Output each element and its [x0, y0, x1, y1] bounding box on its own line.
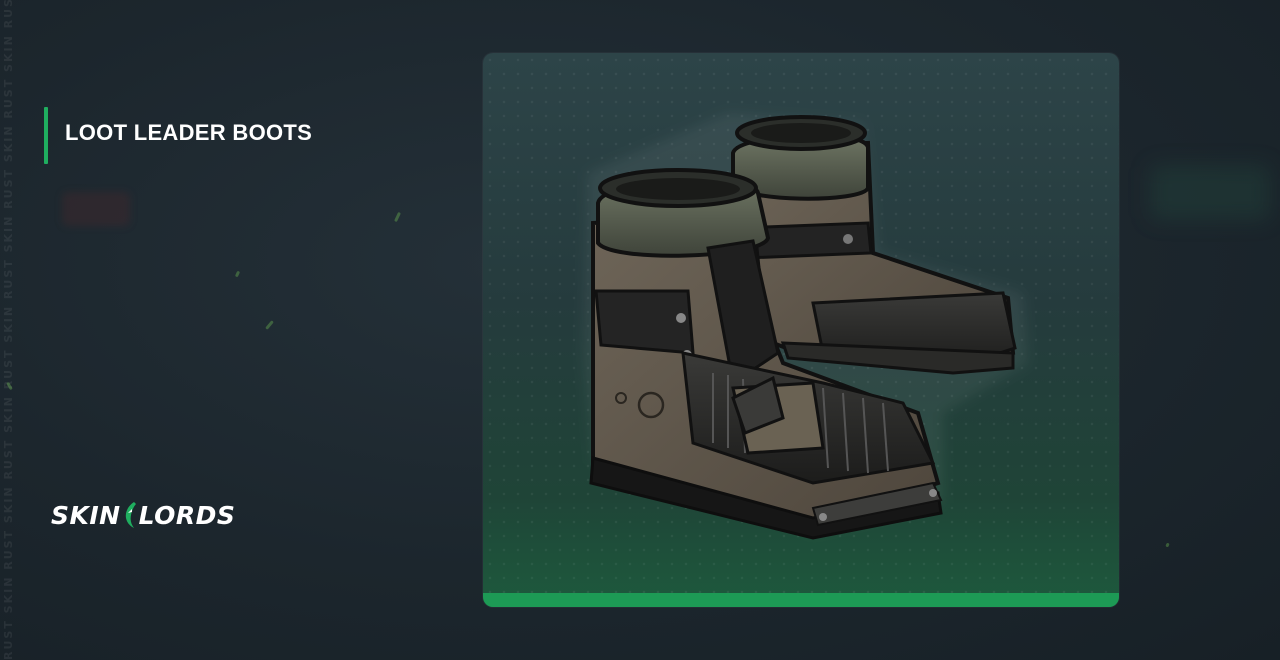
item-title: LOOT LEADER BOOTS	[65, 120, 313, 145]
dragon-claw-icon	[122, 500, 138, 530]
decorative-speck	[394, 211, 401, 223]
background-watermark: RUST SKIN RUST SKIN RUST SKIN RUST SKIN …	[2, 0, 15, 660]
blurred-background-element	[1150, 165, 1270, 220]
decorative-speck	[1165, 542, 1170, 548]
blurred-badge	[62, 192, 130, 226]
decorative-speck	[265, 320, 274, 330]
decorative-speck	[234, 270, 241, 278]
boots-icon	[583, 113, 1028, 540]
title-accent-bar	[44, 107, 48, 164]
skinlords-logo: SKIN LORDS	[51, 499, 235, 531]
rarity-bar	[483, 593, 1119, 607]
item-preview-card	[483, 53, 1119, 607]
logo-text-right: LORDS	[138, 500, 236, 530]
logo-text-left: SKIN	[51, 500, 121, 530]
